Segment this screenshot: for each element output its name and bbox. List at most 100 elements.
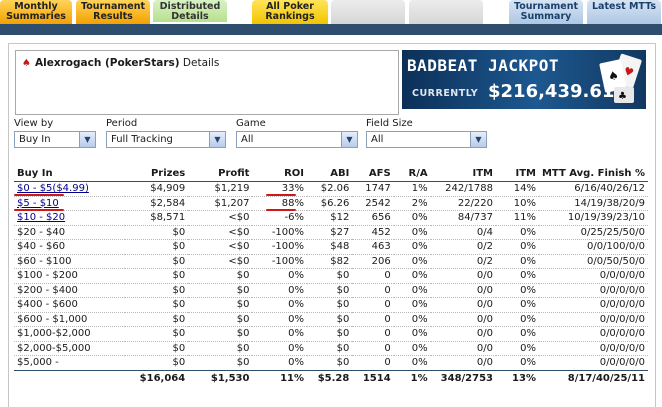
table-cell: $0 [307,341,353,356]
table-row: $600 - $1,000 $0 $0 0% $0 0 0% 0/0 0% 0/0/0/0/0 [14,312,648,327]
table-cell: 0/0/0/0/0 [538,341,648,356]
table-cell: 0% [393,326,431,342]
table-cell: 84/737 [430,210,497,226]
filter-view-by: View by Buy In ▼ [14,118,98,148]
total-cell: $5.28 [307,369,353,387]
col-mtt-avg-finish: MTT Avg. Finish % [538,166,648,182]
table-cell: 0 [352,326,394,342]
tab-empty-1[interactable] [331,0,405,24]
table-cell: $200 - $400 [14,283,126,298]
table-cell: $600 - $1,000 [14,312,126,327]
table-cell: 0% [393,341,431,356]
table-cell: $1,219 [188,181,253,197]
table-row: $40 - $60 $0 <$0 -100% $48 463 0% 0/2 0% 0/0/100/… [14,239,648,255]
table-row: $5,000 - $0 $0 0% $0 0 0% 0/0 0% 0/0/0/0/0 [14,355,648,371]
table-cell: $0 [125,341,189,356]
filter-game: Game All ▼ [236,118,358,148]
filter-game-label: Game [236,118,266,129]
table-cell: 0% [393,239,431,255]
table-cell: $0 [188,341,253,356]
tab-tournament-summary[interactable]: Tournament Summary [509,0,583,24]
buyin-link[interactable]: $0 - $5($4.99) [17,183,89,194]
player-line: ♠ Alexrogach (PokerStars) Details [22,57,219,69]
table-row: $2,000-$5,000 $0 $0 0% $0 0 0% 0/0 0% 0/0/0/0/0 [14,341,648,356]
table-cell: 0/0 [430,326,497,342]
table-row: $1,000-$2,000 $0 $0 0% $0 0 0% 0/0 0% 0/0/0/0/0 [14,326,648,342]
table-cell: $0 [188,355,253,371]
table-cell: $0 [125,283,189,298]
table-cell: 0/0 [430,297,497,313]
col-buy-in: Buy In [14,166,126,182]
table-cell: 0/0/0/0/0 [538,297,648,313]
table-cell: <$0 [188,210,253,226]
svg-text:♣: ♣ [618,91,627,102]
table-cell: 11% [496,210,539,226]
table-cell: $0 [307,312,353,327]
table-cell: $48 [307,239,353,255]
tab-all-poker-rankings[interactable]: All Poker Rankings [252,0,328,24]
table-cell: $2.06 [307,181,353,197]
total-cell: 1% [393,369,431,387]
game-select[interactable]: All ▼ [236,131,358,148]
col-profit: Profit [188,166,253,182]
table-cell: 0/0 [430,283,497,298]
table-cell: $0 [307,297,353,313]
buyin-link[interactable]: $10 - $20 [17,212,65,223]
table-cell: -100% [252,254,308,269]
table-cell: 0/0/0/0/0 [538,355,648,371]
table-cell: $60 - $100 [14,254,126,269]
total-cell: $1,530 [188,369,253,387]
tab-empty-2[interactable] [409,0,483,24]
tab-distributed-details[interactable]: Distributed Details [153,0,227,22]
buyin-link[interactable]: $5 - $10 [17,198,59,209]
tab-latest-mtts[interactable]: Latest MTTs [587,0,661,24]
table-cell: $0 [125,254,189,269]
col-ra: R/A [393,166,431,182]
period-select[interactable]: Full Tracking ▼ [106,131,226,148]
tab-monthly-summaries[interactable]: Monthly Summaries [0,0,72,24]
table-cell: 0/0 [430,355,497,371]
table-cell: 0 [352,297,394,313]
tab-tournament-results[interactable]: Tournament Results [76,0,150,24]
table-row: $60 - $100 $0 <$0 -100% $82 206 0% 0/2 0% 0/0/50/… [14,254,648,269]
table-cell: 0/2 [430,239,497,255]
underline-mark [266,209,296,211]
table-cell: $0 [188,268,253,284]
table-cell: 656 [352,210,394,226]
view-by-select[interactable]: Buy In ▼ [14,131,96,148]
table-cell: -6% [252,210,308,226]
table-row: $0 - $5($4.99) $4,909 $1,219 33% $2.06 1747 1%… [14,181,648,197]
badbeat-jackpot-banner[interactable]: BADBEAT JACKPOT CURRENTLY $216,439.61 ♠ … [402,50,646,109]
table-cell: 14% [496,181,539,197]
table-cell: $0 [125,312,189,327]
table-cell: 0% [496,254,539,269]
col-prizes: Prizes [125,166,189,182]
underline-mark [14,194,64,196]
table-cell: $12 [307,210,353,226]
table-cell: 14/19/38/20/9 [538,196,648,211]
chevron-down-icon: ▼ [209,132,225,147]
field-size-select[interactable]: All ▼ [366,131,487,148]
table-cell: $0 [307,268,353,284]
table-cell: 0% [393,210,431,226]
player-name: Alexrogach (PokerStars) [35,57,180,69]
col-itm-count: ITM [430,166,497,182]
table-cell: 452 [352,225,394,240]
table-cell: $0 [125,355,189,371]
total-cell: 13% [496,369,539,387]
table-cell: 0/25/25/50/0 [538,225,648,240]
table-cell: 0/0 [430,268,497,284]
total-cell: 8/17/40/25/11 [538,369,648,387]
period-value: Full Tracking [111,134,173,145]
table-cell: $5,000 - [14,355,126,371]
chevron-down-icon: ▼ [79,132,95,147]
table-cell: 0% [393,225,431,240]
total-cell: 348/2753 [430,369,497,387]
table-cell[interactable]: $10 - $20 [14,210,126,226]
filter-view-by-label: View by [14,118,54,129]
table-cell: $6.26 [307,196,353,211]
table-cell: 0% [496,268,539,284]
table-cell: $1,000-$2,000 [14,326,126,342]
table-cell: 1747 [352,181,394,197]
filter-field-size-label: Field Size [366,118,413,129]
